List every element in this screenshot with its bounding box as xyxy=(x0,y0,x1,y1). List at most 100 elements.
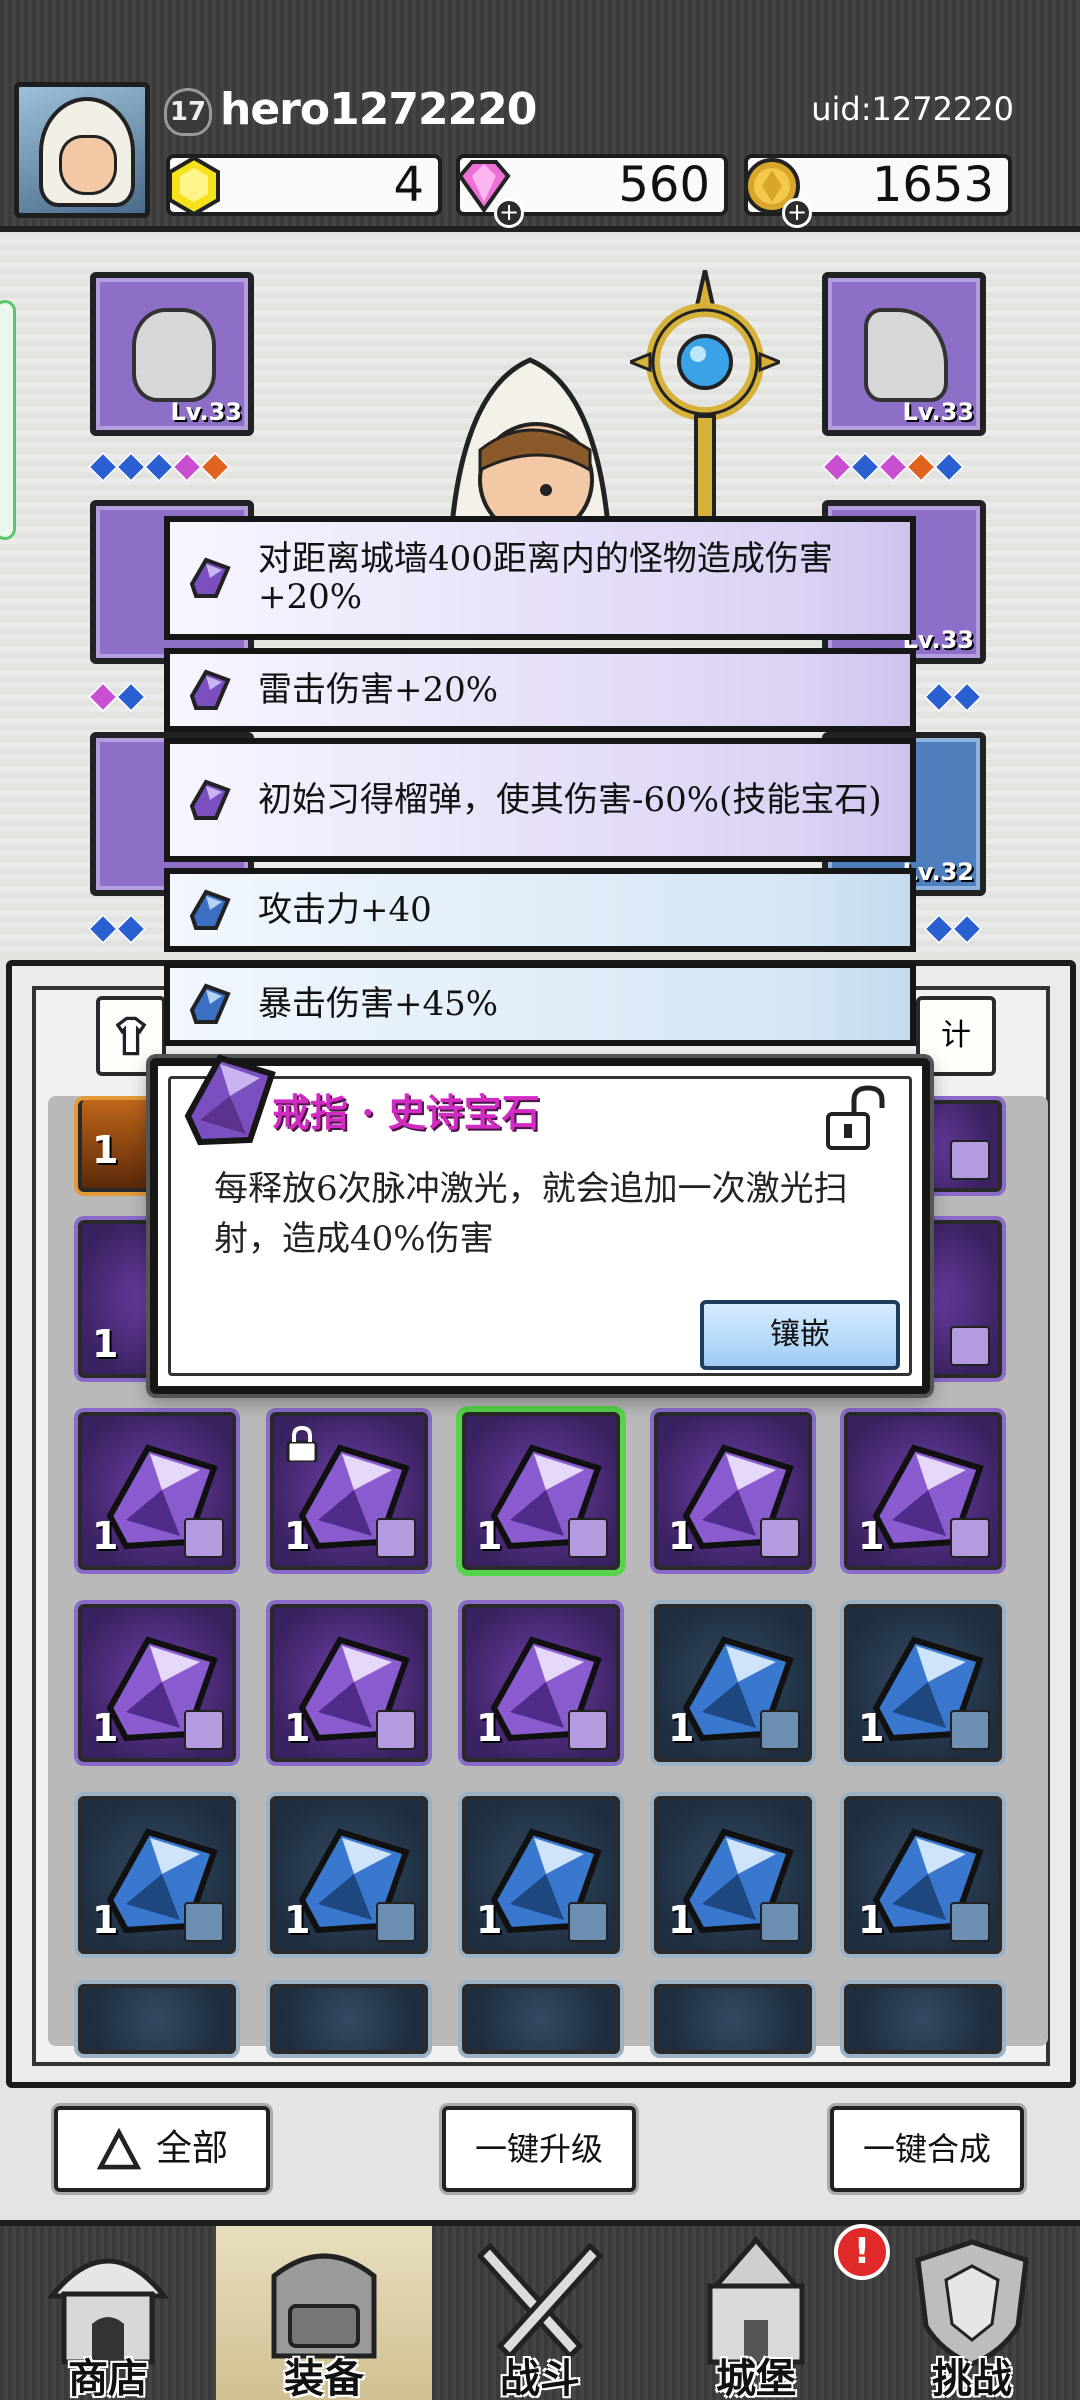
arm-item-icon xyxy=(864,308,948,402)
gem-cell[interactable]: 1 xyxy=(654,1412,812,1570)
slot-type-icon xyxy=(376,1710,416,1750)
diamond-counter: + 560 xyxy=(456,154,728,228)
bonus-row: 对距离城墙400距离内的怪物造成伤害+20% xyxy=(164,516,916,640)
gem-quantity: 1 xyxy=(668,1898,695,1942)
gem-cell[interactable]: 1 xyxy=(270,1604,428,1762)
gem-cell[interactable]: 1 xyxy=(844,1796,1002,1954)
slot-type-icon xyxy=(760,1518,800,1558)
socket-blue-icon xyxy=(115,681,147,713)
gem-quantity: 1 xyxy=(668,1514,695,1558)
socket-purple-icon xyxy=(877,451,909,483)
player-uid: uid:1272220 xyxy=(811,90,1014,128)
bonus-row: 暴击伤害+45% xyxy=(164,962,916,1046)
gem-cell[interactable]: 1 xyxy=(654,1796,812,1954)
equip-gem-sockets xyxy=(923,681,983,713)
avatar-face xyxy=(59,135,117,195)
gem-quantity: 1 xyxy=(858,1898,885,1942)
bonus-text: 暴击伤害+45% xyxy=(258,984,499,1024)
nav-battle[interactable]: 战斗 xyxy=(432,2226,648,2400)
hood-item-icon xyxy=(132,308,216,402)
socket-blue-icon xyxy=(923,913,955,945)
gem-cell[interactable]: 1 xyxy=(78,1796,236,1954)
equip-gem-sockets xyxy=(821,451,965,483)
gem-cell[interactable]: 1 xyxy=(270,1796,428,1954)
bonus-text: 初始习得榴弹，使其伤害-60%(技能宝石) xyxy=(258,780,882,820)
player-level-badge: 17 xyxy=(164,88,212,136)
equip-level: Lv.33 xyxy=(902,398,975,426)
slot-type-icon xyxy=(568,1902,608,1942)
nav-label: 挑战 xyxy=(932,2355,1012,2400)
boots-slot-icon xyxy=(950,1326,990,1366)
slot-type-icon xyxy=(760,1902,800,1942)
gem-cell[interactable] xyxy=(462,1984,620,2054)
bonus-text: 对距离城墙400距离内的怪物造成伤害+20% xyxy=(258,539,833,617)
yellow-gem-icon xyxy=(168,155,220,217)
socket-blue-icon xyxy=(87,913,119,945)
nav-label: 战斗 xyxy=(500,2355,580,2400)
side-tab[interactable] xyxy=(0,300,16,540)
add-gold-button[interactable]: + xyxy=(782,198,812,228)
nav-label: 装备 xyxy=(284,2355,364,2400)
gem-cell[interactable]: 1 xyxy=(270,1412,428,1570)
nav-shop[interactable]: 商店 xyxy=(0,2226,216,2400)
merge-all-button[interactable]: 一键合成 xyxy=(830,2106,1024,2192)
diamond-value: 560 xyxy=(618,157,710,213)
gem-cell[interactable] xyxy=(78,1984,236,2054)
nav-challenge[interactable]: 挑战 xyxy=(864,2226,1080,2400)
socket-blue-icon xyxy=(923,681,955,713)
socket-blue-icon xyxy=(951,681,983,713)
gem-cell[interactable]: 1 xyxy=(78,1412,236,1570)
gem-cell[interactable]: 1 xyxy=(844,1412,1002,1570)
equip-slot-arm[interactable]: Lv.33 xyxy=(822,272,986,436)
gem-quantity: 1 xyxy=(92,1514,119,1558)
equip-slot-hood[interactable]: Lv.33 xyxy=(90,272,254,436)
purple-gem-icon xyxy=(189,669,231,710)
gem-quantity: 1 xyxy=(92,1706,119,1750)
ring-slot-icon xyxy=(950,1140,990,1180)
equip-gem-sockets xyxy=(87,681,147,713)
gem-cell[interactable]: 1 xyxy=(462,1796,620,1954)
slot-type-icon xyxy=(568,1710,608,1750)
add-diamond-button[interactable]: + xyxy=(494,198,524,228)
blue-gem-icon xyxy=(189,983,231,1024)
gem-cell[interactable] xyxy=(844,1984,1002,2054)
magic-staff-icon xyxy=(630,270,780,530)
gem-quantity: 1 xyxy=(668,1706,695,1750)
bonus-row: 初始习得榴弹，使其伤害-60%(技能宝石) xyxy=(164,738,916,862)
nav-castle[interactable]: 城堡 xyxy=(648,2226,864,2400)
gem-cell[interactable] xyxy=(270,1984,428,2054)
gem-cell[interactable]: 1 xyxy=(844,1604,1002,1762)
socket-purple-icon xyxy=(821,451,853,483)
socket-blue-icon xyxy=(849,451,881,483)
shirt-icon xyxy=(115,1016,147,1056)
player-avatar[interactable] xyxy=(14,82,150,218)
unlock-icon[interactable] xyxy=(824,1084,888,1154)
socket-purple-icon xyxy=(171,451,203,483)
top-bar: 17 hero1272220 uid:1272220 4 + 560 + 165… xyxy=(0,0,1080,232)
gem-cell[interactable]: 1 xyxy=(462,1412,620,1570)
gem-quantity: 1 xyxy=(476,1898,503,1942)
gem-cell[interactable]: 1 xyxy=(78,1604,236,1762)
equip-level: Lv.33 xyxy=(170,398,243,426)
inlay-button[interactable]: 镶嵌 xyxy=(700,1300,900,1370)
socket-blue-icon xyxy=(115,451,147,483)
gem-quantity: 1 xyxy=(476,1514,503,1558)
slot-type-icon xyxy=(950,1518,990,1558)
bonus-row: 攻击力+40 xyxy=(164,868,916,952)
gem-quantity: 1 xyxy=(284,1706,311,1750)
gold-value: 1653 xyxy=(871,157,994,213)
slot-type-icon xyxy=(950,1710,990,1750)
gem-cell[interactable]: 1 xyxy=(462,1604,620,1762)
nav-equipment[interactable]: 装备 xyxy=(216,2226,432,2400)
gem-cell[interactable]: 1 xyxy=(654,1604,812,1762)
gem-quantity: 1 xyxy=(284,1898,311,1942)
bonus-text: 攻击力+40 xyxy=(258,890,432,930)
upgrade-all-button[interactable]: 一键升级 xyxy=(442,2106,636,2192)
gem-quantity: 1 xyxy=(284,1514,311,1558)
gem-quantity: 1 xyxy=(92,1898,119,1942)
socket-blue-icon xyxy=(933,451,965,483)
gem-quantity: 1 xyxy=(92,1128,119,1172)
slot-type-icon xyxy=(184,1518,224,1558)
filter-all-button[interactable]: 全部 xyxy=(54,2106,270,2192)
gem-cell[interactable] xyxy=(654,1984,812,2054)
